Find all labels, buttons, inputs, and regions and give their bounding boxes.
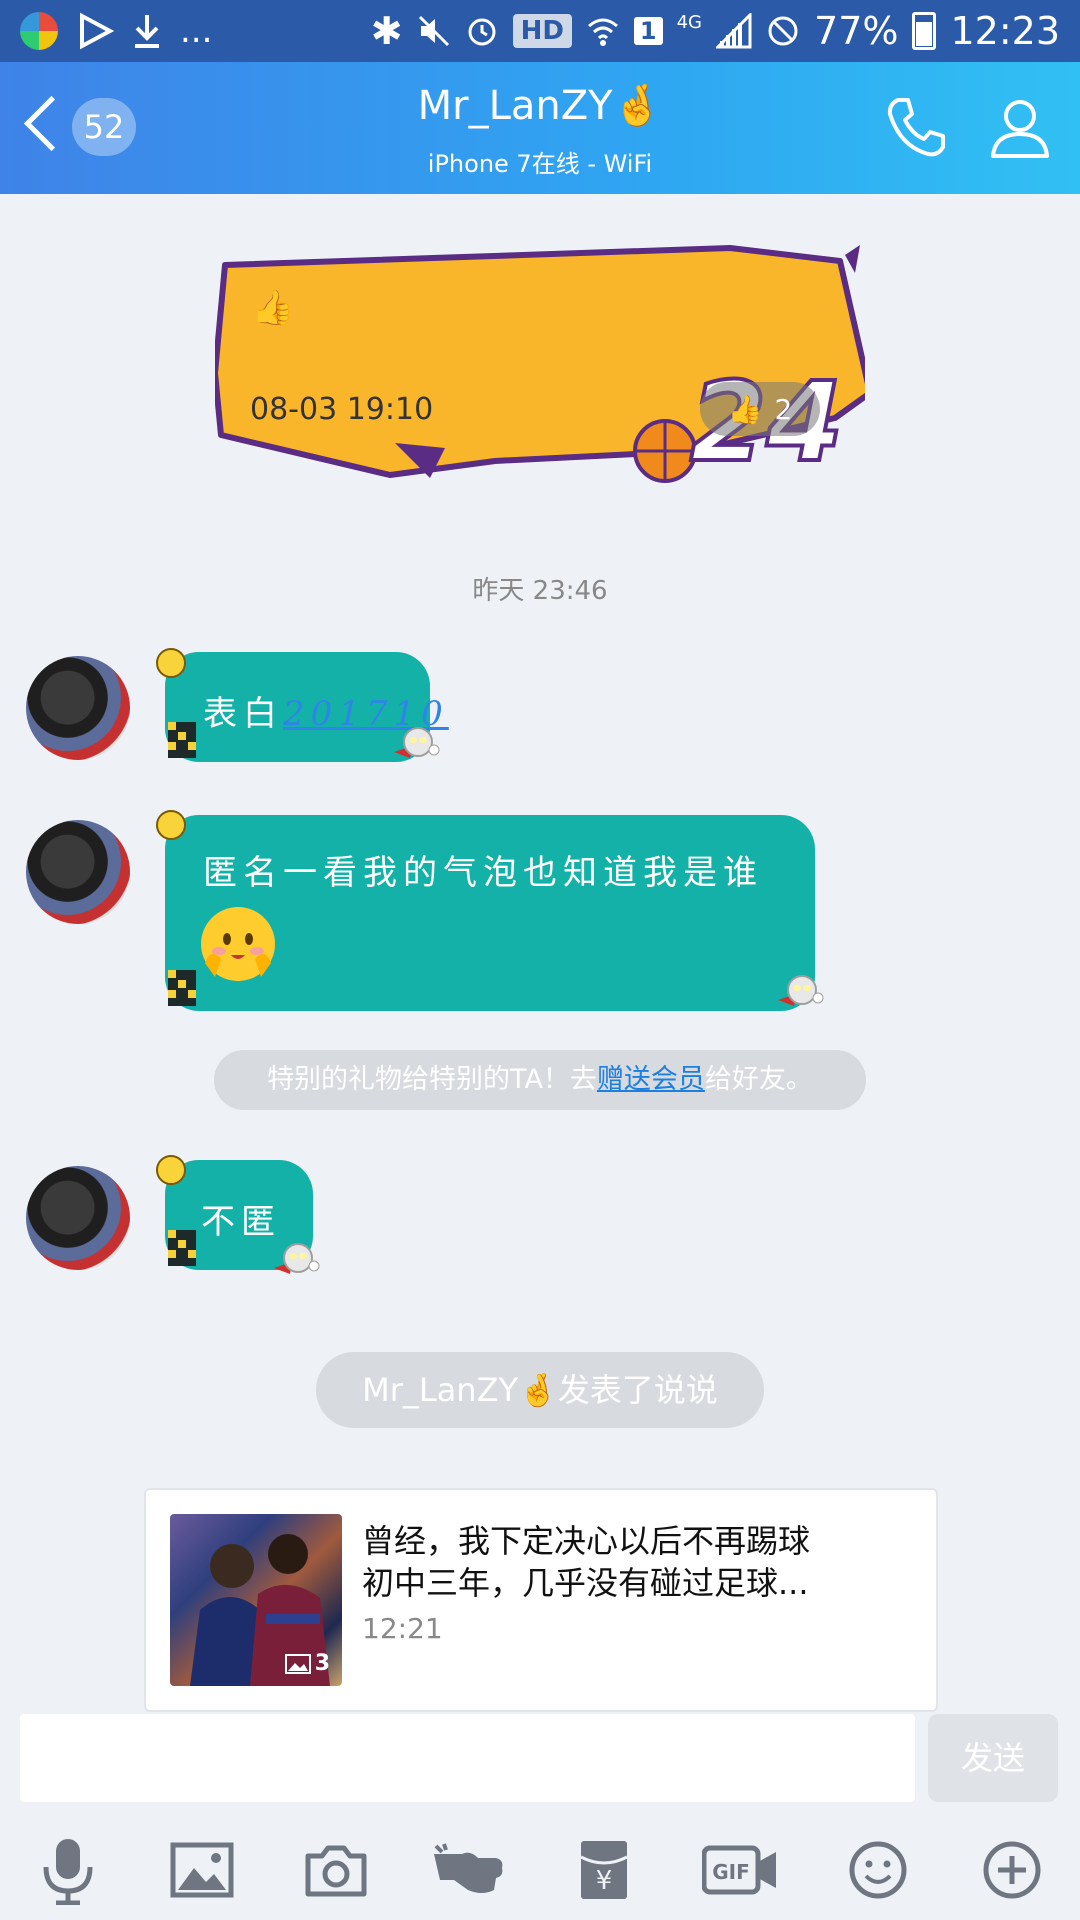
- image-icon: [170, 1842, 234, 1898]
- ultraman-icon: [778, 975, 824, 1006]
- profile-button[interactable]: [985, 92, 1055, 162]
- message-text-main: 表白: [203, 694, 283, 734]
- poke-button[interactable]: [430, 1830, 510, 1910]
- post-line-2: 初中三年，几乎没有碰过足球...: [362, 1564, 809, 1602]
- photo-button[interactable]: [162, 1830, 242, 1910]
- cutoff-system-message: [0, 174, 1080, 198]
- app-logo-icon: [20, 12, 58, 50]
- more-notifications: ...: [180, 11, 213, 51]
- svg-text:¥: ¥: [596, 1866, 613, 1896]
- do-not-disturb-icon: [768, 16, 798, 46]
- post-thumbnail: 3: [170, 1514, 342, 1686]
- red-packet-button[interactable]: ¥: [564, 1830, 644, 1910]
- clock: 12:23: [950, 9, 1060, 53]
- battery-percent: 77%: [814, 9, 899, 53]
- camera-button[interactable]: [296, 1830, 376, 1910]
- image-count: 3: [284, 1651, 330, 1676]
- network-type: 4G: [676, 11, 703, 33]
- like-icon: 👍: [727, 392, 763, 426]
- message-input[interactable]: [20, 1714, 915, 1802]
- red-packet-icon: ¥: [580, 1841, 628, 1899]
- mute-icon: [418, 15, 449, 47]
- bubble-smiley-icon: [156, 810, 186, 840]
- input-toolbar: ¥ GIF: [0, 1830, 1080, 1910]
- blushing-emoji-icon: [201, 907, 275, 981]
- plus-icon: [983, 1841, 1041, 1899]
- time-divider: 昨天 23:46: [472, 576, 608, 606]
- gift-membership-link[interactable]: 赠送会员: [597, 1064, 705, 1095]
- alarm-icon: [468, 18, 496, 46]
- play-icon: [80, 12, 114, 50]
- ultraman-icon: [274, 1243, 320, 1274]
- send-button[interactable]: 发送: [928, 1714, 1058, 1802]
- hd-badge: HD: [512, 14, 572, 48]
- message-text: 匿名一看我的气泡也知道我是谁: [203, 853, 763, 893]
- gif-button[interactable]: GIF: [700, 1830, 780, 1910]
- image-count-number: 3: [314, 1651, 330, 1676]
- emoji-button[interactable]: [838, 1830, 918, 1910]
- signal-icon: [716, 13, 752, 49]
- more-button[interactable]: [972, 1830, 1052, 1910]
- gift-notice-prefix: 特别的礼物给特别的TA！去: [267, 1064, 597, 1095]
- avatar[interactable]: [26, 820, 130, 924]
- bluetooth-icon: ✱: [370, 9, 403, 53]
- post-line-1: 曾经，我下定决心以后不再踢球: [362, 1522, 811, 1560]
- person-icon: [991, 100, 1049, 158]
- message-bubble[interactable]: 匿名一看我的气泡也知道我是谁: [165, 815, 815, 1011]
- ultraman-icon: [394, 727, 440, 758]
- bubble-smiley-icon: [156, 1155, 186, 1185]
- message-bubble[interactable]: 表白201710: [165, 652, 443, 762]
- bubble-smiley-icon: [156, 648, 186, 678]
- camera-icon: [305, 1845, 367, 1897]
- like-count: 2: [774, 392, 793, 426]
- battery-icon: [912, 12, 937, 50]
- avatar[interactable]: [26, 1166, 130, 1270]
- voice-button[interactable]: [28, 1830, 108, 1910]
- bubble-pixel-icon: [168, 722, 196, 758]
- bubble-pixel-icon: [168, 970, 196, 1006]
- gift-notice: 特别的礼物给特别的TA！去赠送会员给好友。: [214, 1050, 866, 1110]
- sim-badge: 1: [633, 17, 663, 45]
- status-bar: ... ✱ HD 1 4G 77% 12:23: [0, 0, 1080, 62]
- mic-icon: [43, 1839, 93, 1905]
- call-button[interactable]: [880, 92, 950, 162]
- poke-icon: [434, 1843, 503, 1893]
- gift-notice-suffix: 给好友。: [704, 1064, 813, 1095]
- image-icon: [284, 1653, 311, 1674]
- svg-text:GIF: GIF: [712, 1860, 750, 1884]
- phone-icon: [887, 98, 945, 157]
- avatar[interactable]: [26, 656, 130, 760]
- post-preview-text: 曾经，我下定决心以后不再踢球 初中三年，几乎没有碰过足球...: [362, 1520, 902, 1604]
- like-count-button[interactable]: 👍 2: [700, 382, 820, 436]
- wifi-icon: [587, 18, 618, 46]
- like-card-date: 08-03 19:10: [250, 392, 434, 427]
- gif-icon: GIF: [702, 1845, 776, 1895]
- thumbs-up-icon: 👍: [252, 288, 295, 328]
- post-time: 12:21: [362, 1612, 443, 1645]
- shared-post-card[interactable]: 3 曾经，我下定决心以后不再踢球 初中三年，几乎没有碰过足球... 12:21: [144, 1488, 938, 1712]
- message-text: 不匿: [201, 1202, 281, 1242]
- bubble-pixel-icon: [168, 1230, 196, 1266]
- post-notice[interactable]: Mr_LanZY🤞发表了说说: [316, 1352, 764, 1428]
- download-icon: [135, 15, 159, 48]
- emoji-icon: [849, 1841, 907, 1899]
